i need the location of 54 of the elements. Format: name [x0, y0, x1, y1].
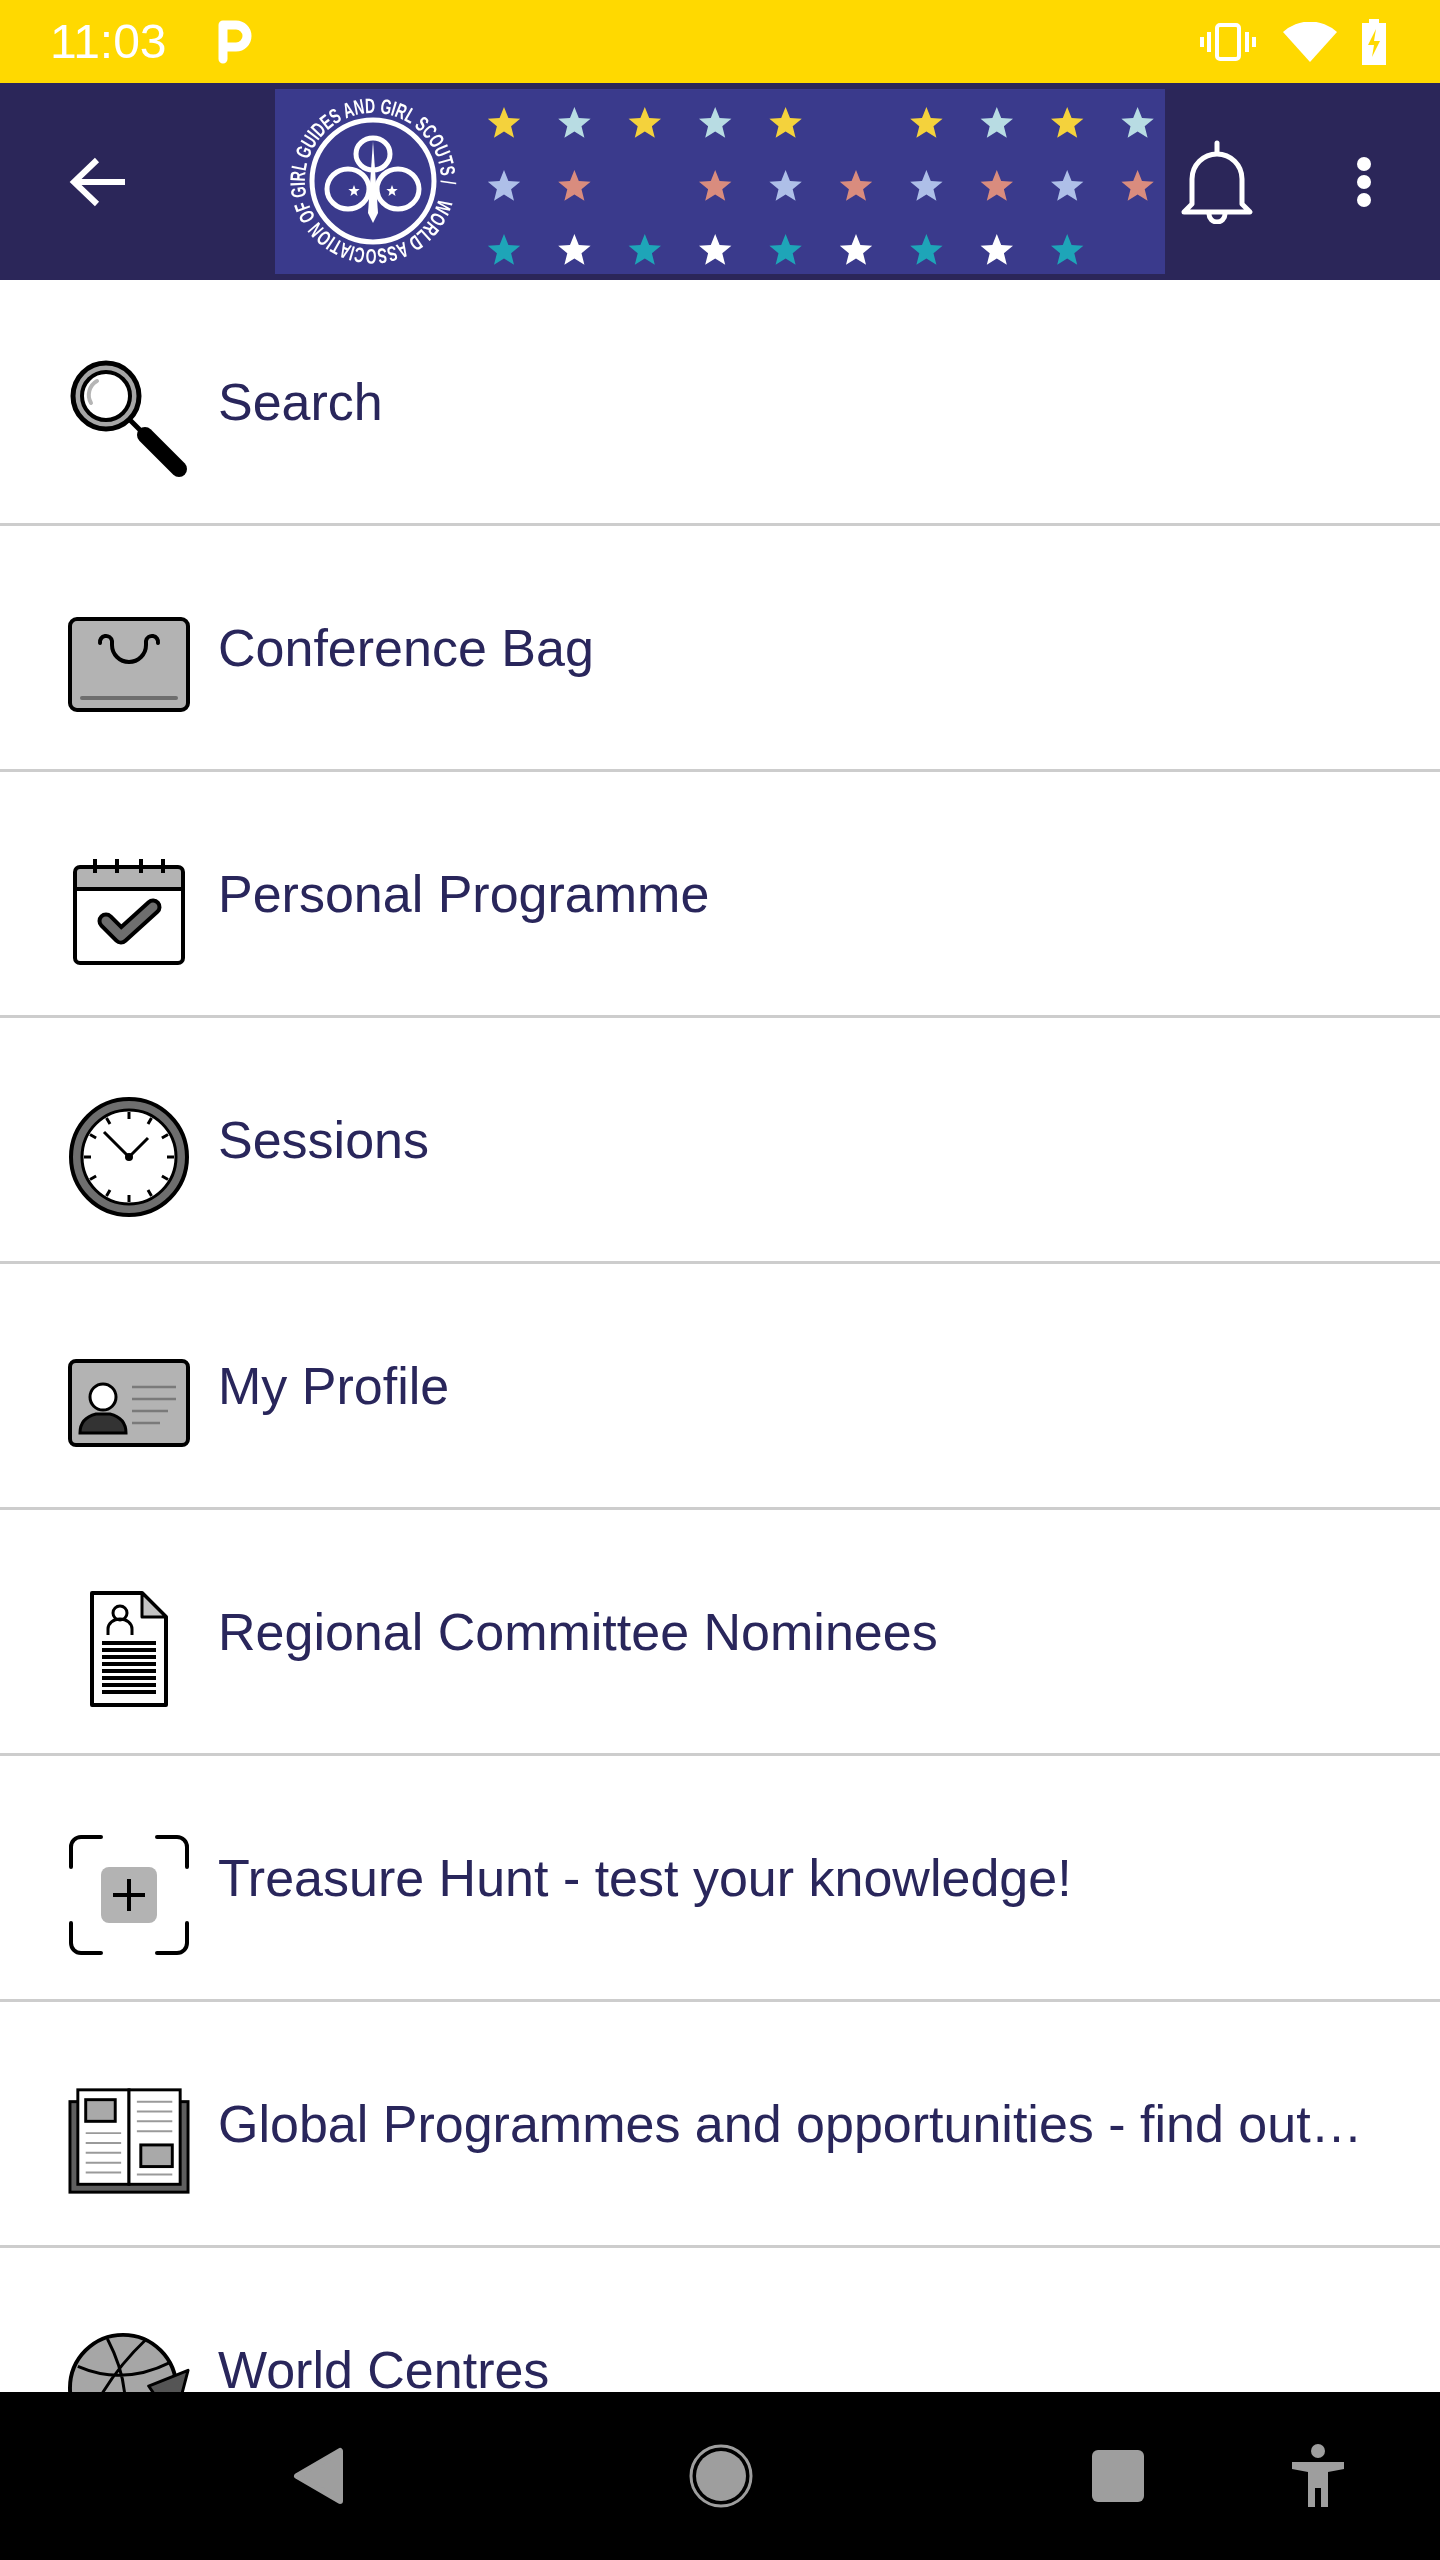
star-icon: [910, 170, 943, 201]
star-icon: [1051, 234, 1084, 265]
star-icon: [487, 234, 521, 265]
back-icon[interactable]: [292, 2447, 344, 2505]
star-icon: [980, 234, 1013, 265]
back-arrow-icon[interactable]: [69, 156, 126, 207]
open-book-icon: [68, 2086, 190, 2195]
star-icon: [910, 107, 943, 138]
star-icon: [699, 234, 732, 265]
status-time: 11:03: [50, 17, 167, 66]
search-icon: [69, 358, 189, 479]
star-icon: [769, 234, 802, 265]
home-icon[interactable]: [689, 2444, 753, 2508]
star-icon: [558, 234, 591, 265]
menu-item[interactable]: Personal Programme: [0, 772, 1440, 1018]
star-icon: [487, 107, 521, 138]
star-icon: [980, 170, 1013, 201]
document-icon: [90, 1590, 168, 1707]
menu-item[interactable]: Conference Bag: [0, 526, 1440, 772]
menu-item[interactable]: My Profile: [0, 1264, 1440, 1510]
shopping-bag-icon: [68, 617, 190, 712]
menu-item[interactable]: Treasure Hunt - test your knowledge!: [0, 1756, 1440, 2002]
menu-item[interactable]: Sessions: [0, 1018, 1440, 1264]
star-icon: [769, 170, 802, 201]
star-icon: [487, 170, 521, 201]
star-icon: [699, 107, 732, 138]
menu-item[interactable]: Regional Committee Nominees: [0, 1510, 1440, 1756]
calendar-check-icon: [73, 856, 185, 965]
star-icon: [980, 107, 1013, 138]
star-icon: [1051, 107, 1084, 138]
notification-icon: [216, 19, 253, 64]
wifi-icon: [1282, 21, 1338, 62]
vibrate-icon: [1200, 21, 1256, 62]
clock-icon: [68, 1095, 190, 1218]
star-icon: [839, 234, 873, 265]
star-icon: [558, 107, 591, 138]
scan-frame-plus-icon: [69, 1834, 189, 1955]
id-card-icon: [68, 1358, 190, 1447]
more-icon[interactable]: [1357, 156, 1371, 207]
menu-item[interactable]: Global Programmes and opportunities - find out…: [0, 2002, 1440, 2248]
star-icon: [1051, 170, 1084, 201]
accessibility-icon[interactable]: [1290, 2444, 1346, 2508]
star-icon: [628, 107, 661, 138]
star-icon: [839, 170, 873, 201]
battery-charging-icon: [1360, 18, 1388, 65]
bell-icon[interactable]: [1180, 139, 1254, 224]
menu-item[interactable]: Search: [0, 280, 1440, 526]
star-icon: [769, 107, 802, 138]
star-icon: [910, 234, 943, 265]
star-icon: [628, 234, 661, 265]
star-icon: [1121, 107, 1154, 138]
star-icon: [1121, 170, 1154, 201]
star-icon: [699, 170, 732, 201]
star-icon: [558, 170, 591, 201]
